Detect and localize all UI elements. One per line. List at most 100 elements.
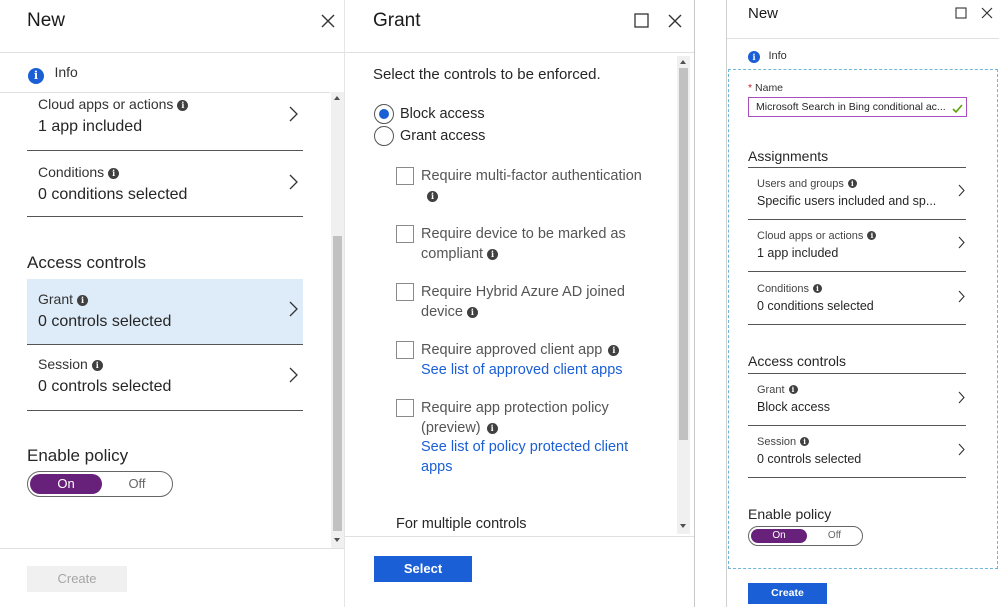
info-icon: i [177, 100, 189, 111]
enable-policy-toggle[interactable]: On Off [748, 526, 863, 546]
footer-divider [0, 548, 344, 549]
scroll-thumb[interactable] [679, 68, 688, 440]
row-divider [748, 167, 966, 168]
conditions-row[interactable]: Conditions i 0 conditions selected [748, 277, 966, 323]
session-row[interactable]: Session i 0 controls selected [748, 430, 966, 476]
name-input-value: Microsoft Search in Bing conditional ac.… [756, 101, 946, 113]
toggle-on[interactable]: On [30, 474, 102, 494]
compliant-device-checkbox[interactable] [396, 225, 414, 243]
row-divider [748, 219, 966, 220]
control-text: Require device to be marked as [421, 226, 626, 242]
scrollbar[interactable] [677, 56, 690, 534]
grant-row[interactable]: Grant i 0 controls selected [27, 279, 303, 344]
header-divider [345, 52, 694, 53]
header-divider [727, 38, 999, 39]
row-divider [748, 271, 966, 272]
session-row[interactable]: Session i 0 controls selected [27, 356, 303, 408]
chevron-right-icon [289, 174, 298, 190]
info-divider [0, 92, 330, 93]
info-link[interactable]: i Info [28, 64, 78, 84]
info-icon: i [608, 345, 620, 356]
row-divider [27, 410, 303, 411]
name-label: * Name [748, 82, 783, 94]
row-label: Cloud apps or actions [757, 230, 864, 242]
block-access-label[interactable]: Block access [400, 106, 485, 122]
info-label: Info [768, 50, 787, 62]
close-icon[interactable] [981, 7, 997, 23]
name-input[interactable]: Microsoft Search in Bing conditional ac.… [748, 97, 967, 117]
enable-policy-label: Enable policy [27, 446, 129, 465]
protected-apps-link[interactable]: apps [421, 459, 452, 475]
blade-title: New [748, 5, 779, 22]
row-label: Cloud apps or actions [38, 96, 174, 112]
control-text: Require app protection policy [421, 400, 609, 416]
row-value: 1 app included [38, 118, 143, 135]
create-button[interactable]: Create [748, 583, 827, 604]
toggle-off[interactable]: Off [807, 529, 862, 543]
scroll-up-icon[interactable] [334, 96, 340, 100]
approved-apps-link[interactable]: See list of approved client apps [421, 362, 623, 378]
control-text: device [421, 303, 463, 320]
approved-client-app-checkbox[interactable] [396, 341, 414, 359]
chevron-right-icon [958, 391, 965, 404]
row-label: Session [38, 356, 88, 372]
maximize-icon[interactable] [955, 7, 967, 19]
info-icon: i [788, 385, 798, 394]
mfa-checkbox[interactable] [396, 167, 414, 185]
blade-gap [695, 0, 726, 607]
maximize-icon[interactable] [634, 13, 649, 28]
select-button[interactable]: Select [374, 556, 472, 582]
row-divider [27, 150, 303, 151]
scroll-down-icon[interactable] [334, 538, 340, 542]
hybrid-joined-checkbox[interactable] [396, 283, 414, 301]
row-label: Conditions [757, 283, 809, 295]
control-text: Require Hybrid Azure AD joined [421, 284, 625, 300]
chevron-right-icon [958, 290, 965, 303]
row-divider [27, 216, 303, 217]
info-icon: i [867, 231, 877, 240]
toggle-on[interactable]: On [751, 529, 807, 543]
checkmark-icon [952, 101, 963, 119]
enable-policy-label: Enable policy [748, 506, 832, 522]
protected-apps-link[interactable]: See list of policy protected client [421, 439, 628, 455]
row-value: 1 app included [757, 246, 839, 260]
grant-access-radio[interactable] [374, 126, 394, 146]
row-label: Session [757, 436, 797, 448]
info-icon: i [28, 68, 44, 84]
chevron-right-icon [289, 367, 298, 383]
scroll-down-icon[interactable] [680, 524, 686, 528]
chevron-right-icon [958, 443, 965, 456]
info-link[interactable]: i Info [748, 47, 787, 63]
new-policy-blade-filled: New i Info * Name Microsoft Search in Bi… [726, 0, 999, 607]
app-protection-checkbox[interactable] [396, 399, 414, 417]
scrollbar[interactable] [331, 92, 344, 548]
header-divider [0, 52, 344, 53]
control-text: (preview) [421, 419, 481, 436]
grant-access-label[interactable]: Grant access [400, 128, 485, 144]
row-value: 0 controls selected [38, 313, 172, 330]
close-icon[interactable] [320, 13, 336, 29]
cloud-apps-row[interactable]: Cloud apps or actions i 1 app included [27, 96, 303, 151]
conditions-row[interactable]: Conditions i 0 conditions selected [27, 164, 303, 216]
info-icon: i [812, 284, 822, 293]
users-groups-row[interactable]: Users and groups i Specific users include… [748, 172, 966, 218]
scroll-thumb[interactable] [333, 236, 342, 531]
info-icon: i [427, 190, 438, 202]
row-label: Grant [38, 291, 74, 307]
row-value: 0 controls selected [38, 378, 172, 395]
row-label: Users and groups [757, 178, 844, 190]
approved-client-app-label: Require approved client app i See list of… [421, 341, 623, 380]
info-icon: i [748, 51, 760, 63]
row-value: 0 controls selected [757, 452, 862, 466]
scroll-up-icon[interactable] [680, 60, 686, 64]
info-icon: i [91, 360, 103, 371]
close-icon[interactable] [667, 13, 683, 29]
grant-row[interactable]: Grant i Block access [748, 378, 966, 424]
control-text: Require multi-factor authentication [421, 168, 642, 184]
toggle-off[interactable]: Off [102, 474, 172, 494]
enable-policy-toggle[interactable]: On Off [27, 471, 173, 497]
block-access-radio[interactable] [374, 104, 394, 124]
row-divider [748, 477, 966, 478]
create-button[interactable]: Create [27, 566, 127, 592]
cloud-apps-row[interactable]: Cloud apps or actions i 1 app included [748, 224, 966, 270]
